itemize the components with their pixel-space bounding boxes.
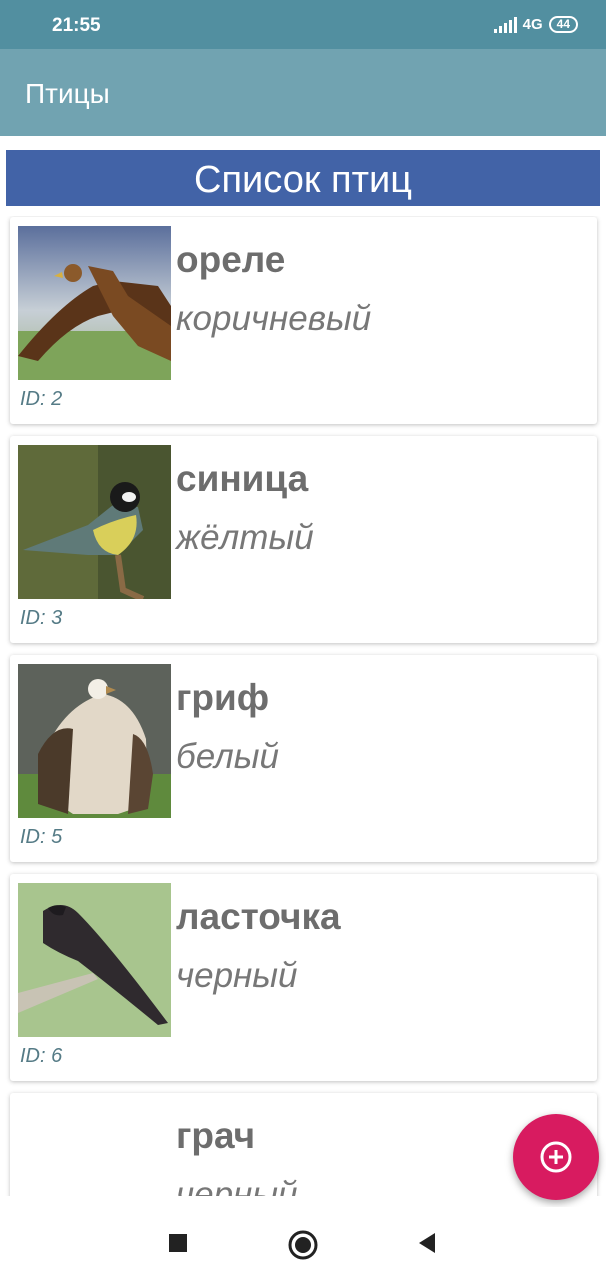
bird-name: грач <box>176 1115 256 1156</box>
back-button[interactable] <box>413 1229 441 1262</box>
add-bird-button[interactable] <box>513 1114 599 1200</box>
home-icon <box>288 1230 318 1260</box>
bird-name: синица <box>176 458 309 499</box>
bird-id: ID: 6 <box>20 1045 63 1067</box>
bird-name: гриф <box>176 677 270 718</box>
list-header: Список птиц <box>6 150 600 206</box>
bird-card[interactable]: ореле коричневый ID: 2 <box>10 217 597 424</box>
nav-bar <box>0 1207 606 1280</box>
recent-apps-button[interactable] <box>164 1229 192 1262</box>
status-bar: 21:55 4G 44 <box>0 0 606 49</box>
swallow-photo <box>18 883 171 1037</box>
battery-icon: 44 <box>548 16 578 33</box>
bird-id: ID: 3 <box>20 607 63 629</box>
bird-name: ласточка <box>176 896 341 937</box>
back-icon <box>419 1233 435 1253</box>
bird-color: коричневый <box>176 299 372 338</box>
add-circle-icon <box>540 1141 572 1173</box>
bird-card[interactable]: гриф белый ID: 5 <box>10 655 597 862</box>
network-type: 4G <box>522 16 543 33</box>
tit-photo <box>18 445 171 599</box>
bird-color: черный <box>176 956 298 995</box>
bird-id: ID: 2 <box>20 388 63 410</box>
eagle-photo <box>18 226 171 380</box>
recent-apps-icon <box>169 1234 187 1252</box>
battery-level: 44 <box>556 17 570 31</box>
bird-color: белый <box>176 737 279 776</box>
bird-color: черный <box>176 1175 298 1196</box>
bird-name: ореле <box>176 239 286 280</box>
signal-icon <box>493 16 517 33</box>
app-bar: Птицы <box>0 49 606 136</box>
bird-id: ID: 5 <box>20 826 63 848</box>
bird-card[interactable]: ласточка черный ID: 6 <box>10 874 597 1081</box>
vulture-photo <box>18 664 171 818</box>
app-title: Птицы <box>25 78 110 109</box>
home-button[interactable] <box>287 1229 319 1266</box>
bird-list[interactable]: ореле коричневый ID: 2 синица жёлтый ID:… <box>0 216 606 1196</box>
bird-card[interactable]: синица жёлтый ID: 3 <box>10 436 597 643</box>
bird-card[interactable]: грач черный <box>10 1093 597 1196</box>
status-icons: 4G 44 <box>493 16 578 33</box>
bird-color: жёлтый <box>176 518 314 557</box>
status-time: 21:55 <box>52 15 101 36</box>
